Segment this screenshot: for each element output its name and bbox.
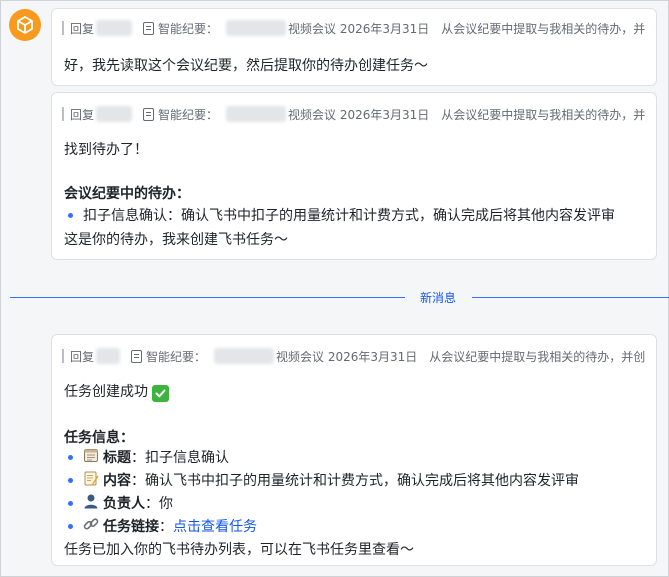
message-card-1[interactable]: 回复 智能纪要： 视频会议 2026年3月31日 从会议纪要中提取与我相关的待办… — [51, 8, 657, 86]
reply-label: 回复 — [70, 349, 95, 364]
request-text: 从会议纪要中提取与我相关的待办，并创建... — [441, 21, 646, 36]
field-label: 内容 — [103, 473, 131, 489]
task-link[interactable]: 点击查看任务 — [173, 516, 257, 536]
field-value: 扣子信息确认 — [145, 450, 229, 466]
request-text: 从会议纪要中提取与我相关的待办，并创... — [441, 107, 646, 122]
redacted-title — [214, 348, 275, 364]
quote-bar — [62, 107, 64, 121]
field-value: 你 — [159, 496, 173, 512]
section-title: 会议纪要中的待办： — [64, 186, 190, 202]
found-text: 找到待办了！ — [64, 142, 148, 158]
field-sep: ： — [131, 473, 145, 489]
redacted-title — [226, 106, 287, 122]
redacted-name — [96, 106, 133, 122]
new-message-divider: 新消息 — [419, 291, 456, 305]
field-value: 确认飞书中扣子的用量统计和计费方式，确认完成后将其他内容发评审 — [145, 473, 579, 489]
bullet — [68, 477, 73, 483]
list-item: 扣子信息确认：确认飞书中扣子的用量统计和计费方式，确认完成后将其他内容发评审 — [64, 205, 615, 225]
minutes-label: 智能纪要： — [158, 21, 219, 36]
status-line: 任务创建成功 — [64, 381, 169, 402]
list-item: 内容：确认飞书中扣子的用量统计和计费方式，确认完成后将其他内容发评审 — [64, 470, 579, 490]
divider-line-left — [10, 297, 405, 298]
person-icon — [83, 493, 99, 513]
request-text: 从会议纪要中提取与我相关的待办，并创... — [429, 349, 646, 364]
section-title: 任务信息： — [64, 430, 134, 446]
divider-line-right — [472, 297, 669, 298]
meeting-label: 视频会议 2026年3月31日 — [288, 107, 430, 122]
field-label: 负责人 — [103, 496, 145, 512]
reply-quote[interactable]: 回复 智能纪要： 视频会议 2026年3月31日 从会议纪要中提取与我相关的待办… — [62, 101, 646, 127]
redacted-title — [226, 20, 287, 36]
message-card-3[interactable]: 回复 智能纪要： 视频会议 2026年3月31日 从会议纪要中提取与我相关的待办… — [51, 334, 657, 566]
field-sep: ： — [159, 519, 173, 535]
bullet — [68, 523, 73, 529]
message-text: 好，我先读取这个会议纪要，然后提取你的待办创建任务～ — [64, 58, 428, 74]
status-text: 任务创建成功 — [64, 384, 148, 400]
todo-item-text: 扣子信息确认：确认飞书中扣子的用量统计和计费方式，确认完成后将其他内容发评审 — [83, 208, 615, 224]
field-sep: ： — [131, 450, 145, 466]
redacted-name — [96, 348, 121, 364]
reply-label: 回复 — [70, 21, 95, 36]
list-item: 标题：扣子信息确认 — [64, 447, 229, 467]
reply-quote[interactable]: 回复 智能纪要： 视频会议 2026年3月31日 从会议纪要中提取与我相关的待办… — [62, 15, 646, 41]
bot-avatar[interactable] — [9, 9, 41, 41]
quote-bar — [62, 349, 64, 363]
quote-bar — [62, 21, 64, 35]
list-item: 任务链接：点击查看任务 — [64, 516, 257, 536]
footer-text: 任务已加入你的飞书待办列表，可以在飞书任务里查看～ — [64, 542, 414, 558]
reply-quote[interactable]: 回复 智能纪要： 视频会议 2026年3月31日 从会议纪要中提取与我相关的待办… — [62, 343, 646, 369]
field-label: 任务链接 — [103, 519, 159, 535]
meeting-label: 视频会议 2026年3月31日 — [288, 21, 430, 36]
cube-icon — [17, 16, 33, 34]
document-icon — [131, 349, 143, 363]
minutes-label: 智能纪要： — [158, 107, 219, 122]
message-card-2[interactable]: 回复 智能纪要： 视频会议 2026年3月31日 从会议纪要中提取与我相关的待办… — [51, 92, 657, 260]
list-item: 负责人：你 — [64, 493, 173, 513]
field-label: 标题 — [103, 450, 131, 466]
link-icon — [83, 516, 99, 536]
bullet — [68, 454, 73, 460]
bullet — [68, 500, 73, 506]
meeting-label: 视频会议 2026年3月31日 — [276, 349, 418, 364]
minutes-label: 智能纪要： — [146, 349, 207, 364]
check-mark-icon — [152, 385, 169, 402]
calendar-icon — [83, 447, 99, 467]
document-icon — [143, 21, 155, 35]
memo-icon — [83, 470, 99, 490]
field-sep: ： — [145, 496, 159, 512]
bullet — [68, 212, 73, 218]
footer-text: 这是你的待办，我来创建飞书任务～ — [64, 232, 288, 248]
redacted-name — [96, 20, 133, 36]
reply-label: 回复 — [70, 107, 95, 122]
document-icon — [143, 107, 155, 121]
